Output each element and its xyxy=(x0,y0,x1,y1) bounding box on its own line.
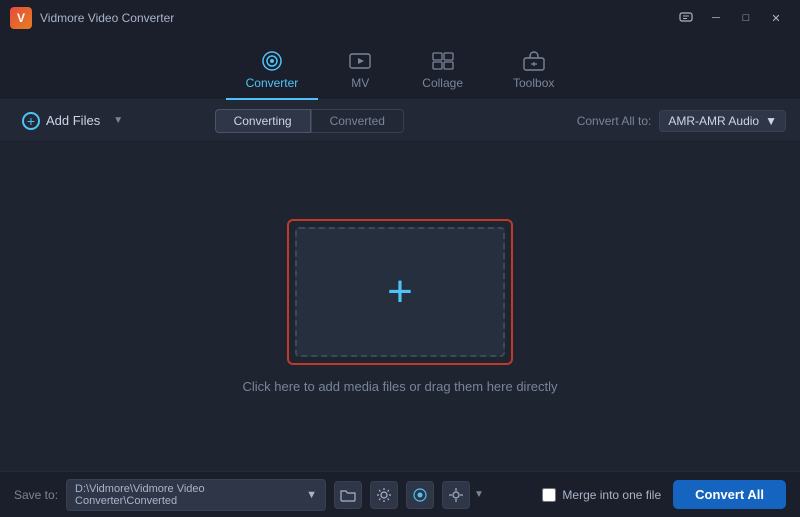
format-dropdown[interactable]: AMR-AMR Audio ▼ xyxy=(659,110,786,132)
settings-dropdown-arrow[interactable]: ▼ xyxy=(474,489,484,500)
nav-tabs: Converter MV Collage xyxy=(0,36,800,100)
converter-icon xyxy=(260,50,284,72)
drop-zone[interactable]: + xyxy=(295,227,505,357)
converted-tab[interactable]: Converted xyxy=(311,109,404,133)
minimize-button[interactable]: ─ xyxy=(702,7,730,29)
footer-right: Merge into one file Convert All xyxy=(542,480,786,509)
toolbox-icon xyxy=(522,50,546,72)
tab-mv-label: MV xyxy=(351,76,369,90)
notification-button[interactable] xyxy=(406,481,434,509)
merge-checkbox-label[interactable]: Merge into one file xyxy=(542,488,661,502)
format-value: AMR-AMR Audio xyxy=(668,114,759,128)
tab-converter-label: Converter xyxy=(246,76,299,90)
drop-zone-plus-icon: + xyxy=(387,270,413,314)
tab-mv[interactable]: MV xyxy=(328,44,392,100)
mv-icon xyxy=(348,50,372,72)
open-folder-button[interactable] xyxy=(334,481,362,509)
tab-toolbox[interactable]: Toolbox xyxy=(493,44,574,100)
convert-all-button[interactable]: Convert All xyxy=(673,480,786,509)
add-files-label: Add Files xyxy=(46,113,100,128)
maximize-button[interactable]: □ xyxy=(732,7,760,29)
merge-label: Merge into one file xyxy=(562,488,661,502)
convert-all-to-label: Convert All to: xyxy=(577,114,652,128)
toolbar: + Add Files ▼ Converting Converted Conve… xyxy=(0,100,800,142)
message-button[interactable] xyxy=(672,7,700,29)
convert-settings-button[interactable] xyxy=(370,481,398,509)
title-bar: V Vidmore Video Converter ─ □ ✕ xyxy=(0,0,800,36)
tab-collage[interactable]: Collage xyxy=(402,44,483,100)
app-title: Vidmore Video Converter xyxy=(40,11,174,25)
tab-converter[interactable]: Converter xyxy=(226,44,319,100)
more-settings-button[interactable] xyxy=(442,481,470,509)
close-button[interactable]: ✕ xyxy=(762,7,790,29)
convert-all-to-area: Convert All to: AMR-AMR Audio ▼ xyxy=(577,110,786,132)
merge-checkbox-input[interactable] xyxy=(542,488,556,502)
footer: Save to: D:\Vidmore\Vidmore Video Conver… xyxy=(0,471,800,517)
save-to-label: Save to: xyxy=(14,488,58,502)
main-content: + Click here to add media files or drag … xyxy=(0,142,800,471)
save-path-dropdown-arrow: ▼ xyxy=(306,489,317,501)
drop-zone-hint: Click here to add media files or drag th… xyxy=(242,379,557,394)
save-path-box[interactable]: D:\Vidmore\Vidmore Video Converter\Conve… xyxy=(66,479,326,511)
plus-icon: + xyxy=(22,112,40,130)
add-files-button[interactable]: + Add Files xyxy=(14,107,108,135)
title-bar-left: V Vidmore Video Converter xyxy=(10,7,174,29)
app-logo: V xyxy=(10,7,32,29)
converting-tab[interactable]: Converting xyxy=(215,109,311,133)
tab-switcher: Converting Converted xyxy=(215,109,404,133)
add-files-dropdown-arrow[interactable]: ▼ xyxy=(108,108,128,134)
save-path-value: D:\Vidmore\Vidmore Video Converter\Conve… xyxy=(75,483,306,507)
drop-zone-outer: + xyxy=(287,219,513,365)
title-bar-controls: ─ □ ✕ xyxy=(672,7,790,29)
collage-icon xyxy=(431,50,455,72)
format-dropdown-arrow: ▼ xyxy=(765,114,777,128)
tab-toolbox-label: Toolbox xyxy=(513,76,554,90)
tab-collage-label: Collage xyxy=(422,76,463,90)
